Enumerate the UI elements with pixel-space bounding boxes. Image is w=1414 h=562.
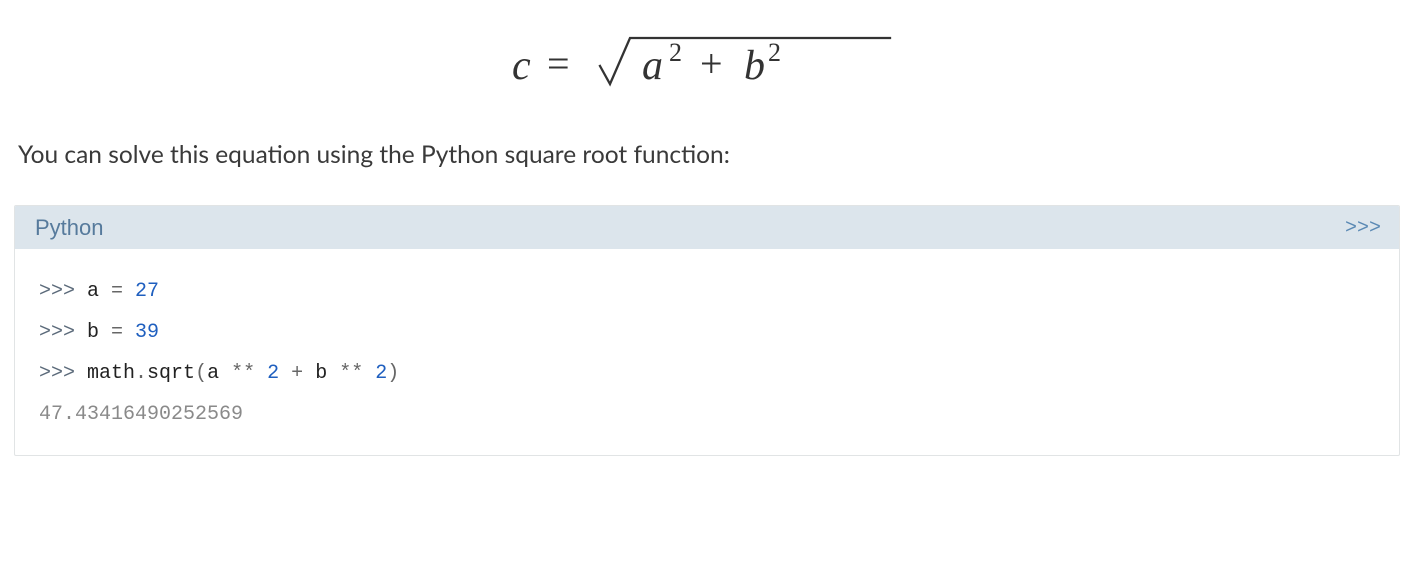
description-text: You can solve this equation using the Py… [18,138,1400,171]
code-header: Python >>> [15,206,1399,249]
code-text: a [87,280,99,303]
svg-text:=: = [547,41,570,86]
svg-text:c: c [512,43,531,89]
code-text: b [87,321,99,344]
code-text: 2 [267,362,279,385]
code-text: = [99,280,135,303]
svg-text:2: 2 [768,38,781,67]
svg-text:b: b [744,43,765,89]
code-text: math [87,362,135,385]
repl-prompt: >>> [39,321,87,344]
equation-display: c = a 2 + b 2 [14,30,1400,98]
code-text: sqrt [147,362,195,385]
code-text: a [207,362,219,385]
code-block: Python >>> >>> a = 27 >>> b = 39 >>> mat… [14,205,1400,456]
equation-svg: c = a 2 + b 2 [512,30,902,94]
code-text: ) [387,362,399,385]
code-text: ** [231,362,255,385]
svg-text:+: + [700,41,723,86]
svg-text:a: a [642,43,663,89]
repl-prompt: >>> [39,362,87,385]
code-text: = [99,321,135,344]
code-output: 47.43416490252569 [39,403,243,426]
code-body: >>> a = 27 >>> b = 39 >>> math.sqrt(a **… [15,249,1399,455]
code-text: ** [339,362,363,385]
code-text: 39 [135,321,159,344]
prompt-toggle-button[interactable]: >>> [1345,217,1381,240]
svg-text:2: 2 [669,38,682,67]
code-text: ( [195,362,207,385]
code-language-label: Python [35,215,104,241]
code-text: + [291,362,303,385]
code-text: . [135,362,147,385]
repl-prompt: >>> [39,280,87,303]
code-text: 27 [135,280,159,303]
code-text: 2 [375,362,387,385]
code-text: b [315,362,327,385]
